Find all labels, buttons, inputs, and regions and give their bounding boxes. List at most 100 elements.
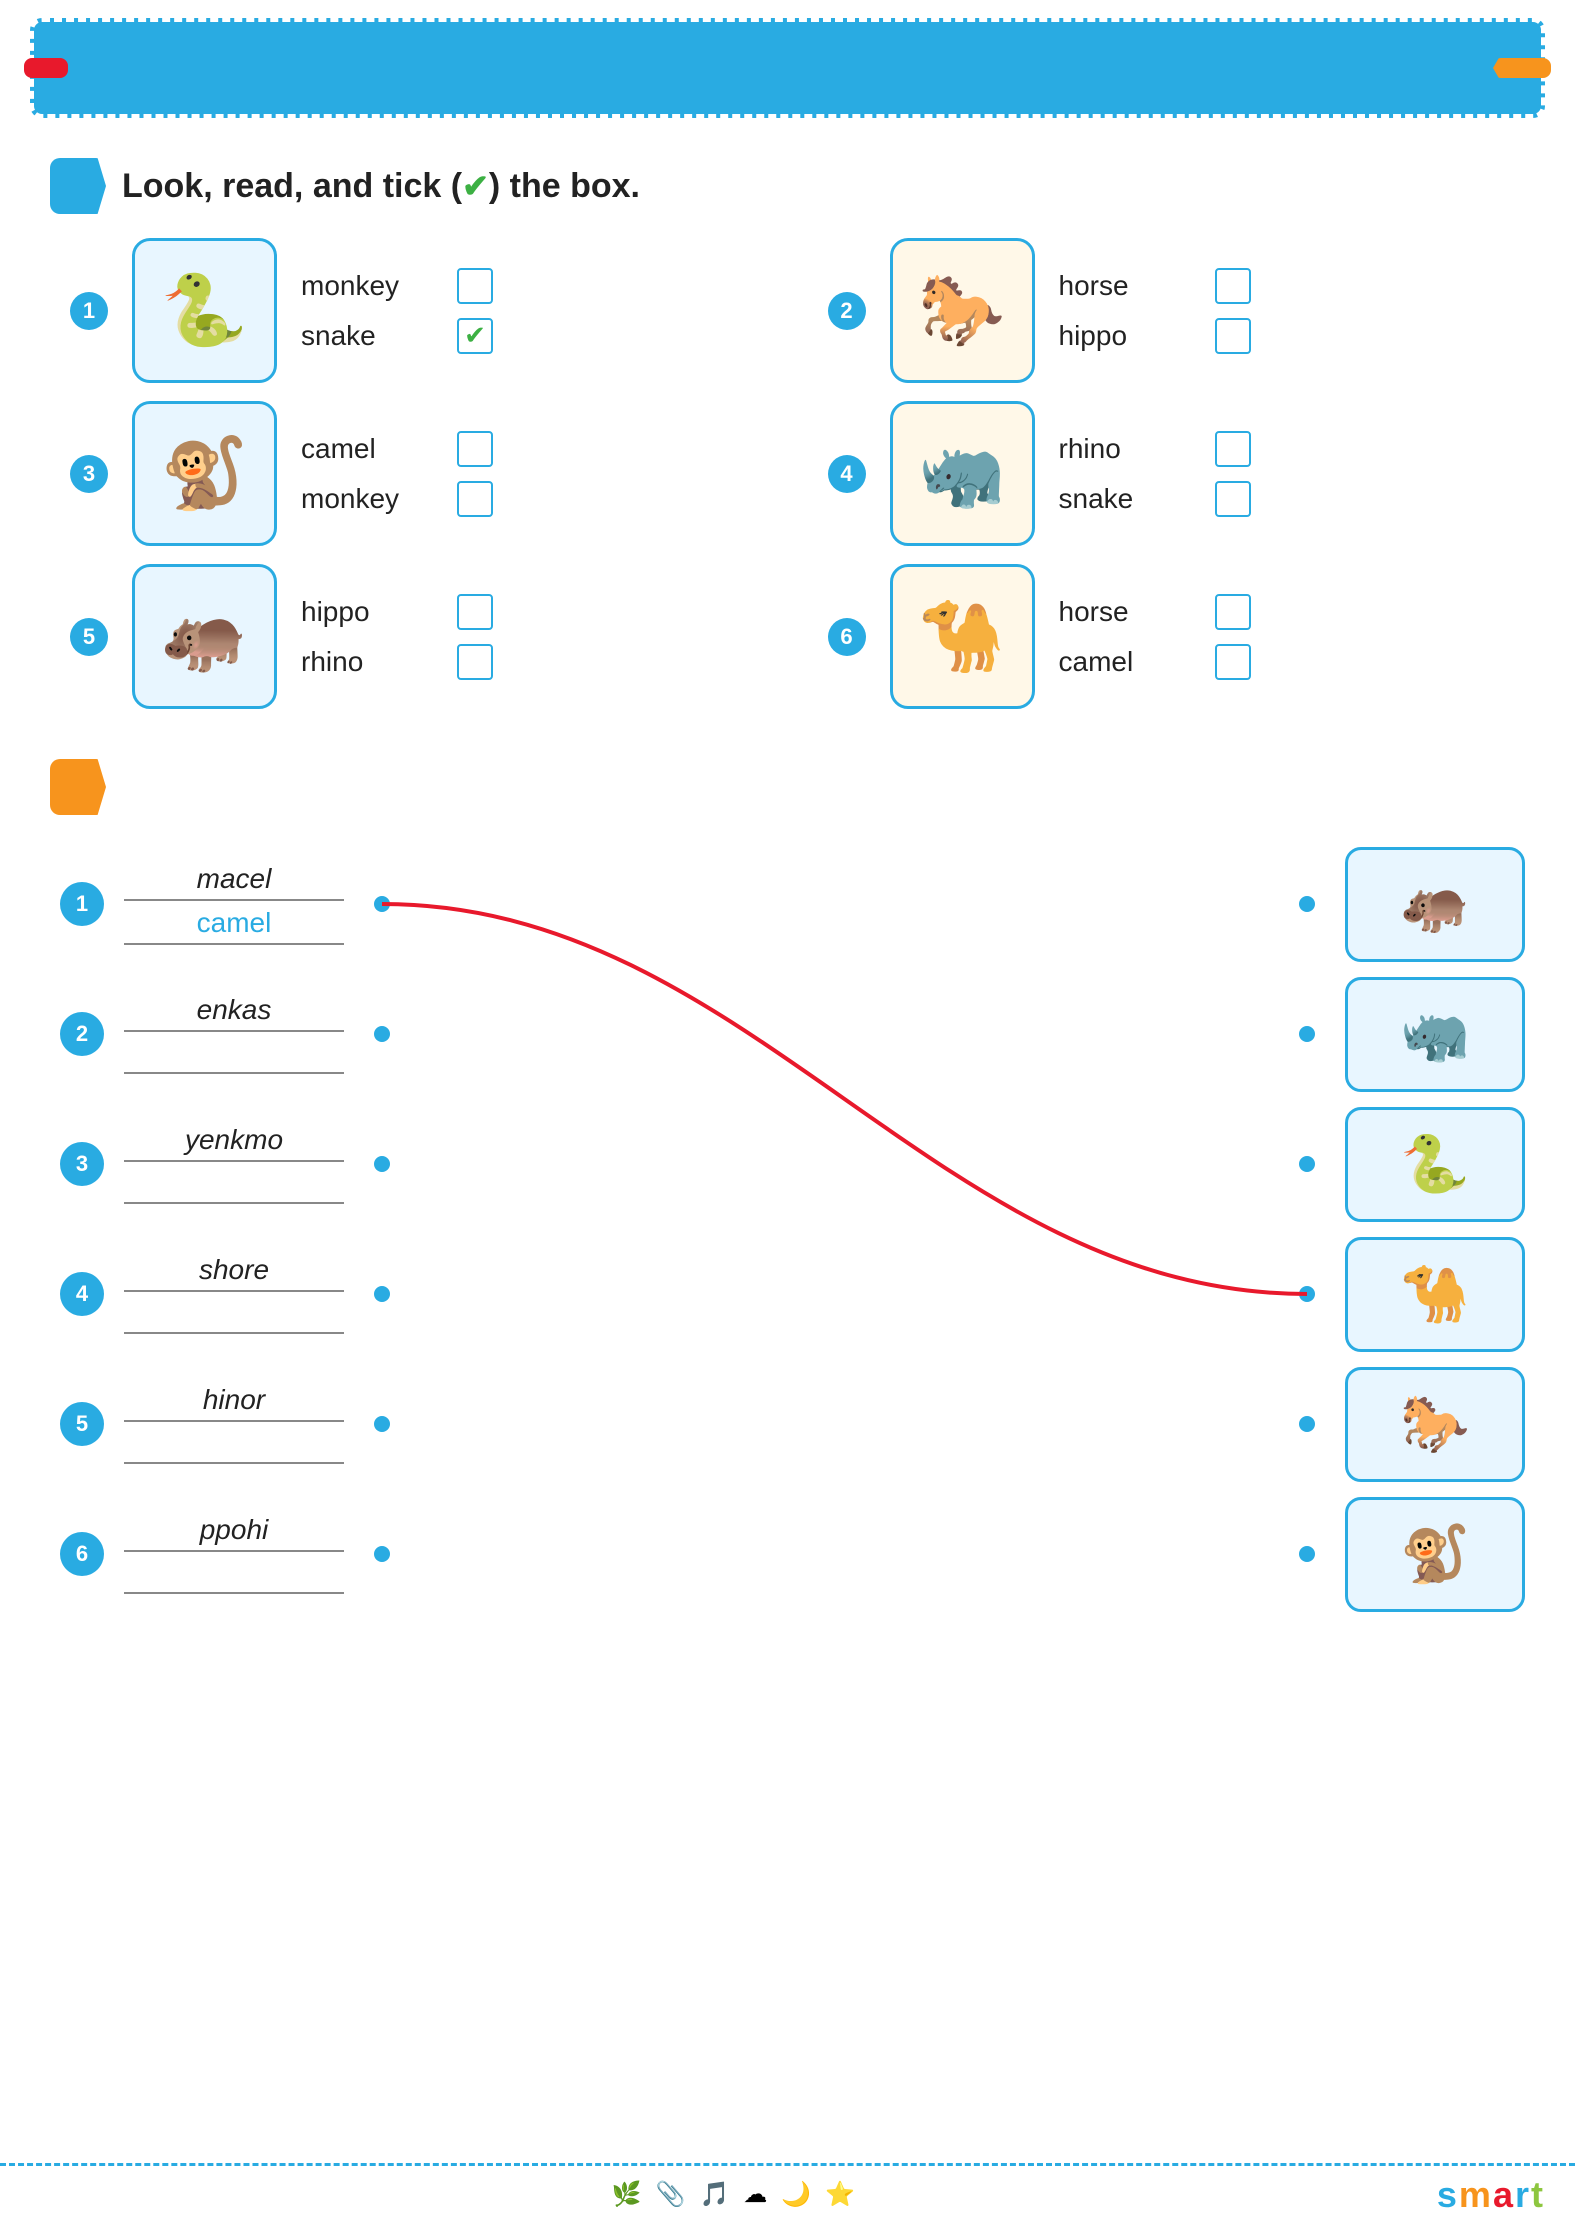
option-row-3-camel: camel — [301, 431, 493, 467]
answer-word-2[interactable] — [124, 1038, 344, 1074]
answer-word-1[interactable]: camel — [124, 907, 344, 945]
scrambled-word-5: hinor — [124, 1384, 344, 1422]
dot-left-6 — [374, 1546, 390, 1562]
checkbox-5-hippo[interactable] — [457, 594, 493, 630]
section-b-header — [50, 759, 1525, 815]
option-row-6-horse: horse — [1059, 594, 1251, 630]
checkbox-6-horse[interactable] — [1215, 594, 1251, 630]
brand-logo: smart — [1437, 2174, 1545, 2216]
row-number-2: 2 — [60, 1012, 104, 1056]
animal-options-6: horse camel — [1059, 594, 1251, 680]
section-a: Look, read, and tick (✔) the box. 1 🐍 monk… — [50, 158, 1525, 709]
checkmark-icon: ✔ — [462, 168, 489, 204]
animal-item-2: 2🐎horsehippo — [828, 238, 1526, 383]
section-a-title: Look, read, and tick (✔) the box. — [122, 167, 640, 206]
unscramble-row-1: 1 macel camel 🦛 — [50, 839, 1525, 969]
answer-word-6[interactable] — [124, 1558, 344, 1594]
footer: 🌿 📎 🎵 ☁ 🌙 ⭐ smart — [0, 2163, 1575, 2223]
section-b: 1macelcamel🦛2enkas🦏3yenkmo🐍4shore🐪5hinor… — [50, 759, 1525, 1619]
option-label: horse — [1059, 270, 1199, 302]
checkbox-4-rhino[interactable] — [1215, 431, 1251, 467]
checkbox-1-snake[interactable]: ✔ — [457, 318, 493, 354]
section-b-letter — [50, 759, 106, 815]
animal-img-b-1: 🦛 — [1345, 847, 1525, 962]
option-label: snake — [1059, 483, 1199, 515]
animal-options-1: monkey snake✔ — [301, 268, 493, 354]
row-number-1: 1 — [60, 882, 104, 926]
option-label: rhino — [1059, 433, 1199, 465]
animal-item-3: 3 🐒 camel monkey — [70, 401, 768, 546]
option-row-5-rhino: rhino — [301, 644, 493, 680]
header-banner — [30, 18, 1545, 118]
animal-options-4: rhino snake — [1059, 431, 1251, 517]
item-number-1: 1 — [70, 292, 108, 330]
animal-image-4: 🦏 — [890, 401, 1035, 546]
unscramble-row-2: 2enkas🦏 — [50, 969, 1525, 1099]
scrambled-word-3: yenkmo — [124, 1124, 344, 1162]
word-block-2: enkas — [124, 994, 344, 1074]
unscramble-row-3: 3yenkmo🐍 — [50, 1099, 1525, 1229]
answer-word-3[interactable] — [124, 1168, 344, 1204]
animal-item-6: 6 🐪 horse camel — [828, 564, 1526, 709]
checkbox-2-horse[interactable] — [1215, 268, 1251, 304]
animal-image-1: 🐍 — [132, 238, 277, 383]
item-number-2: 2 — [828, 292, 866, 330]
dot-left-1 — [374, 896, 390, 912]
unscramble-row-5: 5 hinor 🐎 — [50, 1359, 1525, 1489]
answer-word-5[interactable] — [124, 1428, 344, 1464]
animal-options-5: hippo rhino — [301, 594, 493, 680]
option-label: rhino — [301, 646, 441, 678]
animal-img-b-3: 🐍 — [1345, 1107, 1525, 1222]
dot-right-2 — [1299, 1026, 1315, 1042]
unscramble-row-4: 4shore🐪 — [50, 1229, 1525, 1359]
scrambled-word-4: shore — [124, 1254, 344, 1292]
animal-img-b-5: 🐎 — [1345, 1367, 1525, 1482]
checkbox-2-hippo[interactable] — [1215, 318, 1251, 354]
dot-right-4 — [1299, 1286, 1315, 1302]
animal-image-5: 🦛 — [132, 564, 277, 709]
animal-image-3: 🐒 — [132, 401, 277, 546]
item-number-6: 6 — [828, 618, 866, 656]
checkbox-1-monkey[interactable] — [457, 268, 493, 304]
checkbox-4-snake[interactable] — [1215, 481, 1251, 517]
animal-grid: 1🐍monkeysnake✔2🐎horsehippo3🐒camelmonkey4… — [70, 238, 1525, 709]
option-label: camel — [1059, 646, 1199, 678]
dot-right-1 — [1299, 896, 1315, 912]
word-block-1: macel camel — [124, 863, 344, 945]
checkbox-5-rhino[interactable] — [457, 644, 493, 680]
unscramble-row-6: 6ppohi🐒 — [50, 1489, 1525, 1619]
animal-options-2: horse hippo — [1059, 268, 1251, 354]
checkbox-3-camel[interactable] — [457, 431, 493, 467]
answer-word-4[interactable] — [124, 1298, 344, 1334]
scrambled-word-6: ppohi — [124, 1514, 344, 1552]
option-row-4-snake: snake — [1059, 481, 1251, 517]
unscramble-area: 1macelcamel🦛2enkas🦏3yenkmo🐍4shore🐪5hinor… — [50, 839, 1525, 1619]
word-block-4: shore — [124, 1254, 344, 1334]
checkbox-6-camel[interactable] — [1215, 644, 1251, 680]
option-label: monkey — [301, 483, 441, 515]
option-label: hippo — [1059, 320, 1199, 352]
section-a-letter — [50, 158, 106, 214]
animal-image-6: 🐪 — [890, 564, 1035, 709]
option-label: horse — [1059, 596, 1199, 628]
word-block-3: yenkmo — [124, 1124, 344, 1204]
dot-left-4 — [374, 1286, 390, 1302]
word-block-6: ppohi — [124, 1514, 344, 1594]
animal-img-b-6: 🐒 — [1345, 1497, 1525, 1612]
item-number-3: 3 — [70, 455, 108, 493]
option-label: monkey — [301, 270, 441, 302]
option-label: hippo — [301, 596, 441, 628]
option-row-6-camel: camel — [1059, 644, 1251, 680]
unit-badge — [24, 58, 68, 78]
word-block-5: hinor — [124, 1384, 344, 1464]
option-row-5-hippo: hippo — [301, 594, 493, 630]
animal-item-1: 1 🐍 monkey snake✔ — [70, 238, 768, 383]
row-number-5: 5 — [60, 1402, 104, 1446]
scrambled-word-1: macel — [124, 863, 344, 901]
checkbox-3-monkey[interactable] — [457, 481, 493, 517]
animal-item-5: 5🦛hipporhino — [70, 564, 768, 709]
dot-left-2 — [374, 1026, 390, 1042]
row-number-4: 4 — [60, 1272, 104, 1316]
option-row-1-snake: snake✔ — [301, 318, 493, 354]
dot-right-3 — [1299, 1156, 1315, 1172]
